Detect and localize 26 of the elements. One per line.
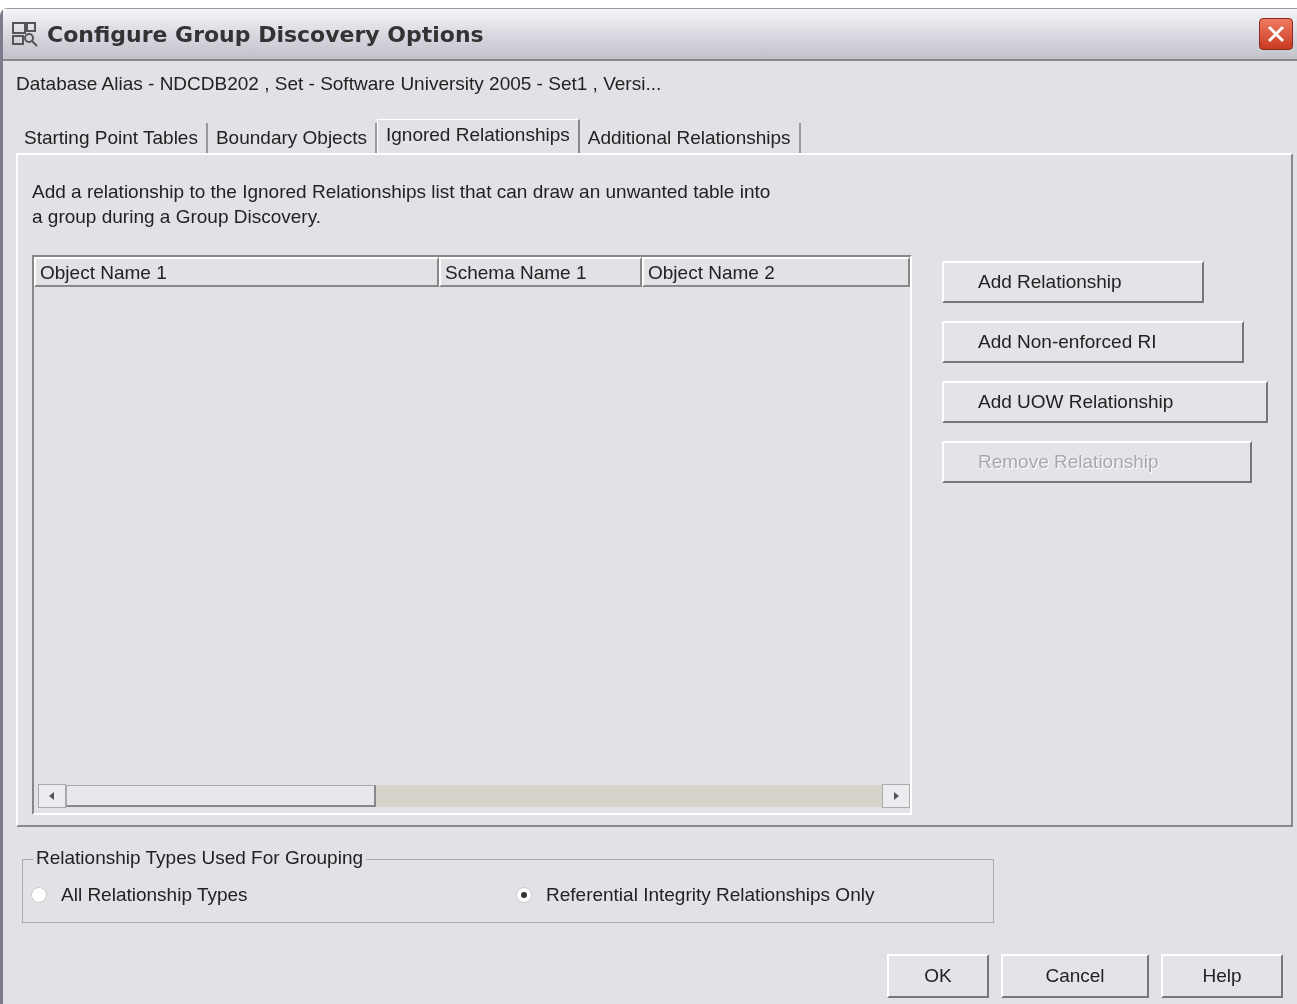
radio-label: Referential Integrity Relationships Only bbox=[546, 884, 875, 906]
radio-label: All Relationship Types bbox=[61, 884, 248, 906]
description-text: Add a relationship to the Ignored Relationships list that can draw an unwanted table into a group during a Group Discovery. bbox=[32, 180, 772, 229]
window-title: Configure Group Discovery Options bbox=[47, 21, 485, 47]
column-header[interactable]: Object Name 1 bbox=[34, 257, 439, 287]
close-icon[interactable] bbox=[1265, 23, 1287, 45]
scroll-thumb[interactable] bbox=[66, 785, 376, 807]
action-button[interactable]: Add Relationship bbox=[942, 261, 1204, 303]
radio-option[interactable]: All Relationship Types bbox=[23, 884, 508, 906]
action-button[interactable]: Add Non-enforced RI bbox=[942, 321, 1244, 363]
action-button[interactable]: Add UOW Relationship bbox=[942, 381, 1268, 423]
dialog-button[interactable]: Help bbox=[1161, 954, 1283, 998]
dialog-button[interactable]: Cancel bbox=[1001, 954, 1149, 998]
radio-button[interactable] bbox=[31, 887, 47, 903]
context-label: Database Alias - NDCDB202 , Set - Software University 2005 - Set1 , Versi... bbox=[16, 72, 663, 96]
close-button[interactable] bbox=[1259, 18, 1293, 50]
app-icon bbox=[11, 21, 39, 47]
scroll-right-icon[interactable] bbox=[882, 784, 910, 808]
radio-option[interactable]: Referential Integrity Relationships Only bbox=[508, 884, 993, 906]
scroll-left-icon[interactable] bbox=[38, 784, 66, 808]
column-header[interactable]: Object Name 2 bbox=[642, 257, 910, 287]
tab[interactable]: Ignored Relationships bbox=[376, 119, 580, 153]
dialog-button[interactable]: OK bbox=[887, 954, 989, 998]
horizontal-scrollbar[interactable] bbox=[38, 783, 910, 809]
column-header[interactable]: Schema Name 1 bbox=[439, 257, 642, 287]
radio-button[interactable] bbox=[516, 887, 532, 903]
